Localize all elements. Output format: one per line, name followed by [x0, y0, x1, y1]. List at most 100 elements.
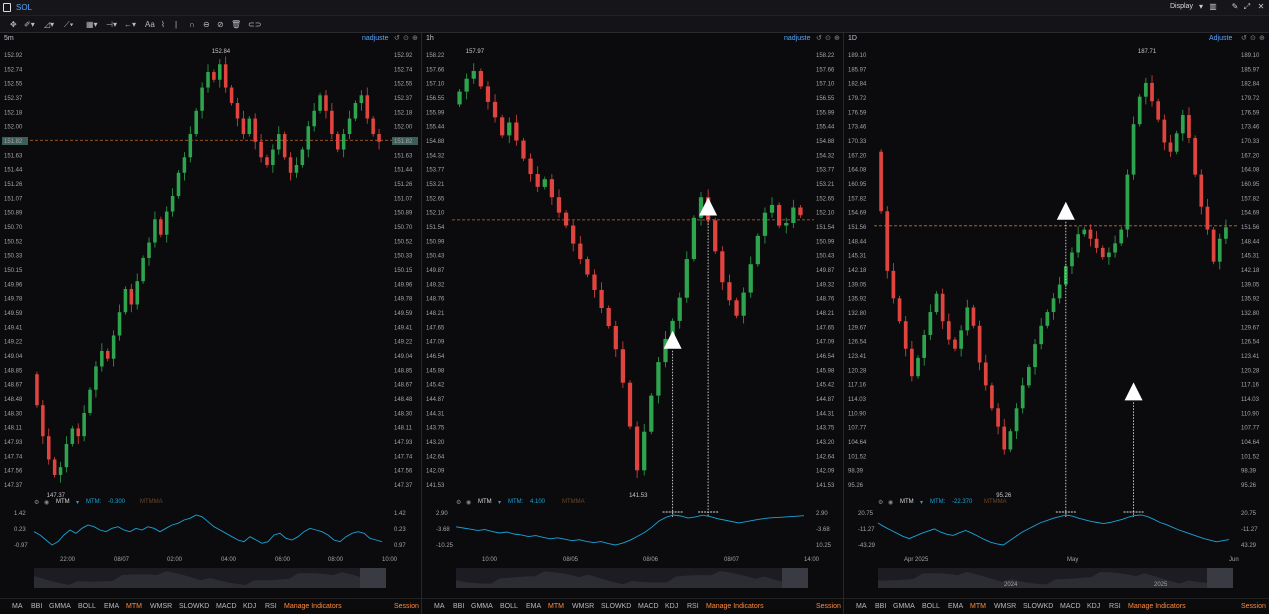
session-toggle[interactable]: Session	[394, 603, 419, 610]
indicator-tab-boll[interactable]: BOLL	[78, 603, 96, 610]
indicator-tab-ema[interactable]: EMA	[104, 603, 119, 610]
mtm-caret-icon[interactable]: ▾	[76, 499, 79, 506]
magnet-icon[interactable]: ∩	[189, 19, 195, 30]
manage-indicators-link[interactable]: Manage Indicators	[284, 603, 342, 610]
indicator-tab-wmsr[interactable]: WMSR	[994, 603, 1016, 610]
chart-panel-1d[interactable]: 1D Adjuste ↺ ⊙ ⊕ 189.10 189.10 185.97 185.97 182.…	[844, 33, 1269, 614]
indicator-tab-ema[interactable]: EMA	[948, 603, 963, 610]
navigator-handle[interactable]	[782, 568, 808, 588]
indicator-tab-ema[interactable]: EMA	[526, 603, 541, 610]
timeframe-selector[interactable]: 1D	[848, 35, 857, 42]
indicator-tab-ma[interactable]: MA	[434, 603, 445, 610]
manage-indicators-link[interactable]: Manage Indicators	[1128, 603, 1186, 610]
expand-icon[interactable]: ⤢	[1242, 2, 1252, 12]
indicator-tab-gmma[interactable]: GMMA	[49, 603, 71, 610]
indicator-settings-icon[interactable]: ⚙	[878, 499, 883, 506]
add-icon[interactable]: ⊕	[412, 34, 418, 42]
settings-icon[interactable]: ⊂⊃	[248, 19, 261, 30]
session-toggle[interactable]: Session	[816, 603, 841, 610]
undo-icon[interactable]: ↺	[394, 34, 400, 42]
navigator-handle[interactable]	[360, 568, 386, 588]
measure-icon[interactable]: ⊣▾	[106, 19, 117, 30]
undo-icon[interactable]: ↺	[1241, 34, 1247, 42]
price-chart[interactable]: 158.22 158.22 157.66 157.66 157.10 157.10 156.…	[422, 45, 844, 517]
indicator-tab-mtm[interactable]: MTM	[970, 603, 986, 610]
mtm-chart[interactable]: 2.90 -3.68 -10.25 2.90 -3.68 10.25	[422, 509, 844, 553]
symbol-title[interactable]: SOL	[16, 3, 32, 12]
add-icon[interactable]: ⊕	[1259, 34, 1265, 42]
indicator-tab-ma[interactable]: MA	[12, 603, 23, 610]
indicator-eye-icon[interactable]: ◉	[466, 499, 471, 506]
indicator-tab-kdj[interactable]: KDJ	[665, 603, 678, 610]
undo-icon[interactable]: ↺	[816, 34, 822, 42]
timeframe-selector[interactable]: 1h	[426, 35, 434, 42]
indicator-tab-bbi[interactable]: BBI	[31, 603, 42, 610]
layout-icon[interactable]: ▥	[1208, 2, 1218, 12]
lock-icon[interactable]: ⊖	[203, 19, 210, 30]
price-chart[interactable]: 152.92 152.92 152.74 152.74 152.55 152.55 152.…	[0, 45, 422, 517]
indicator-tab-rsi[interactable]: RSI	[265, 603, 277, 610]
shapes-icon[interactable]: ◿▾	[44, 19, 54, 30]
indicator-eye-icon[interactable]: ◉	[44, 499, 49, 506]
adjust-toggle[interactable]: Adjuste	[1209, 35, 1232, 42]
indicator-tab-rsi[interactable]: RSI	[687, 603, 699, 610]
indicator-tab-rsi[interactable]: RSI	[1109, 603, 1121, 610]
indicator-settings-icon[interactable]: ⚙	[34, 499, 39, 506]
indicator-settings-icon[interactable]: ⚙	[456, 499, 461, 506]
session-toggle[interactable]: Session	[1241, 603, 1266, 610]
indicator-tab-kdj[interactable]: KDJ	[1087, 603, 1100, 610]
chart-panel-1h[interactable]: 1h nadjuste ↺ ⊙ ⊕ 158.22 158.22 157.66 157.66 157…	[422, 33, 844, 614]
indicator-tab-boll[interactable]: BOLL	[500, 603, 518, 610]
indicator-tab-bbi[interactable]: BBI	[453, 603, 464, 610]
close-icon[interactable]: ✕	[1256, 2, 1266, 12]
navigator-scrollbar[interactable]	[422, 568, 844, 590]
text-tool-button[interactable]: Aa	[145, 19, 155, 30]
indicator-tab-wmsr[interactable]: WMSR	[572, 603, 594, 610]
trash-icon[interactable]: 🗑	[231, 19, 241, 30]
price-chart[interactable]: 189.10 189.10 185.97 185.97 182.84 182.84 179.…	[844, 45, 1269, 517]
indicator-tab-gmma[interactable]: GMMA	[471, 603, 493, 610]
fib-icon[interactable]: ▦▾	[86, 19, 98, 30]
indicator-tab-slowkd[interactable]: SLOWKD	[179, 603, 209, 610]
indicator-tab-slowkd[interactable]: SLOWKD	[601, 603, 631, 610]
hide-icon[interactable]: ⊘	[217, 19, 224, 30]
indicator-tab-mtm[interactable]: MTM	[548, 603, 564, 610]
indicator-tab-boll[interactable]: BOLL	[922, 603, 940, 610]
manage-indicators-link[interactable]: Manage Indicators	[706, 603, 764, 610]
indicator-tab-macd[interactable]: MACD	[216, 603, 237, 610]
indicator-tab-bbi[interactable]: BBI	[875, 603, 886, 610]
timeframe-selector[interactable]: 5m	[4, 35, 14, 42]
pencil-icon[interactable]: ✎	[1230, 2, 1240, 12]
arrow-icon[interactable]: ←▾	[124, 19, 136, 30]
caret-down-icon[interactable]: ▾	[1196, 2, 1206, 12]
add-icon[interactable]: ⊕	[834, 34, 840, 42]
indicator-tab-macd[interactable]: MACD	[638, 603, 659, 610]
indicator-tab-mtm[interactable]: MTM	[126, 603, 142, 610]
display-menu-button[interactable]: Display	[1170, 3, 1193, 10]
indicator-tab-ma[interactable]: MA	[856, 603, 867, 610]
adjust-toggle[interactable]: nadjuste	[362, 35, 388, 42]
signal-arrow-icon[interactable]	[1056, 201, 1075, 220]
navigator-handle[interactable]	[1207, 568, 1233, 588]
brush-icon[interactable]: ⌇	[161, 19, 165, 30]
indicator-tab-gmma[interactable]: GMMA	[893, 603, 915, 610]
navigator-scrollbar[interactable]	[0, 568, 422, 590]
settings-icon[interactable]: ⊙	[825, 34, 831, 42]
settings-icon[interactable]: ⊙	[1250, 34, 1256, 42]
trendline-icon[interactable]: ⟋▾	[64, 19, 74, 30]
chart-panel-5m[interactable]: 5m nadjuste ↺ ⊙ ⊕ 152.92 152.92 152.74 152.74 152…	[0, 33, 422, 614]
mtm-chart[interactable]: 20.75 -11.27 -43.29 20.75 -11.27 43.29	[844, 509, 1269, 553]
indicator-tab-kdj[interactable]: KDJ	[243, 603, 256, 610]
indicator-tab-slowkd[interactable]: SLOWKD	[1023, 603, 1053, 610]
adjust-toggle[interactable]: nadjuste	[784, 35, 810, 42]
indicator-tab-wmsr[interactable]: WMSR	[150, 603, 172, 610]
indicator-eye-icon[interactable]: ◉	[888, 499, 893, 506]
mtm-caret-icon[interactable]: ▾	[920, 499, 923, 506]
settings-icon[interactable]: ⊙	[403, 34, 409, 42]
mtm-caret-icon[interactable]: ▾	[498, 499, 501, 506]
indicator-tab-macd[interactable]: MACD	[1060, 603, 1081, 610]
crosshair-icon[interactable]: ✥	[10, 19, 17, 30]
pen-icon[interactable]: ✐▾	[24, 19, 35, 30]
signal-arrow-icon[interactable]	[1124, 382, 1143, 401]
mtm-chart[interactable]: 1.42 0.23 -0.97 1.42 0.23 0.97	[0, 509, 422, 553]
